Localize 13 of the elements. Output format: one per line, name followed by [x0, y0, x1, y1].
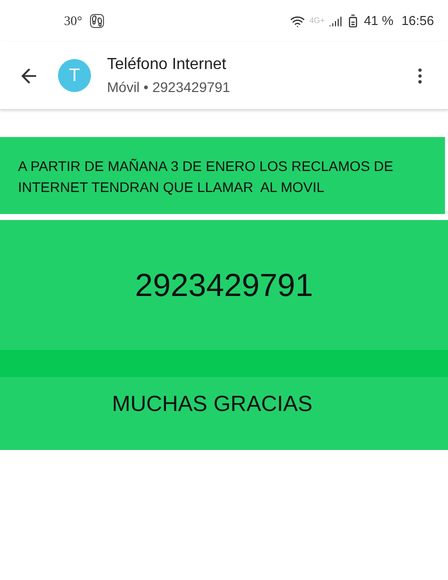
- contact-number: Móvil • 2923429791: [107, 78, 230, 97]
- contact-avatar: T: [58, 59, 91, 92]
- network-type: 4G+: [309, 15, 325, 27]
- wifi-icon: [290, 14, 306, 28]
- signal-icon: [328, 14, 342, 28]
- thanks-text: MUCHAS GRACIAS: [112, 391, 312, 416]
- phone-number: 2923429791: [135, 266, 313, 305]
- temperature: 30°: [64, 12, 82, 30]
- notice-text: A PARTIR DE MAÑANA 3 DE ENERO LOS RECLAMOS DE INTERNET TENDRAN QUE LLAMAR AL MOVIL: [18, 157, 394, 197]
- footprints-icon: [90, 14, 104, 28]
- battery-level: 41 %: [364, 12, 394, 30]
- clock: 16:56: [401, 12, 434, 30]
- contact-name: Teléfono Internet: [107, 55, 228, 75]
